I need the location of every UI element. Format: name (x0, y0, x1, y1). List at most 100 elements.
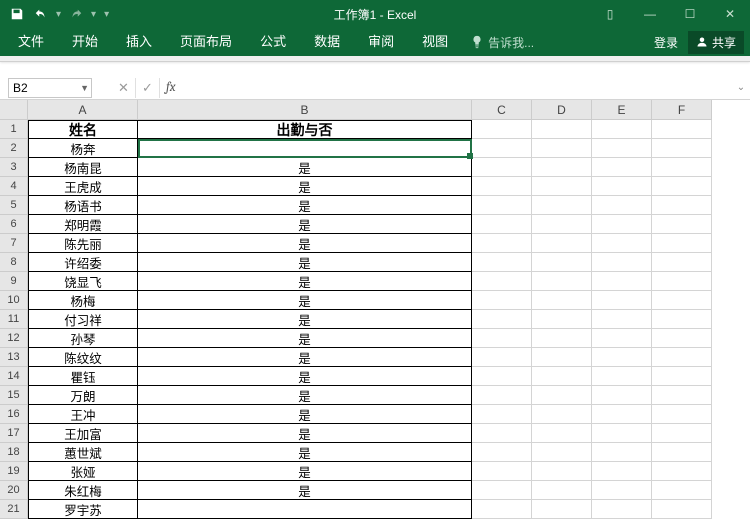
cell[interactable] (592, 177, 652, 196)
row-header[interactable]: 14 (0, 367, 28, 386)
row-header[interactable]: 15 (0, 386, 28, 405)
row-header[interactable]: 21 (0, 500, 28, 519)
cell[interactable] (652, 120, 712, 139)
cell[interactable]: 杨梅 (28, 291, 138, 310)
cell[interactable] (532, 253, 592, 272)
cell[interactable] (592, 253, 652, 272)
cell[interactable] (652, 139, 712, 158)
cell[interactable] (532, 120, 592, 139)
cell[interactable] (652, 196, 712, 215)
tab-file[interactable]: 文件 (4, 28, 58, 56)
cell[interactable] (532, 424, 592, 443)
cell[interactable] (652, 500, 712, 519)
ribbon-options-button[interactable]: ▯ (590, 0, 630, 28)
cell[interactable]: 是 (138, 253, 472, 272)
cell[interactable]: 朱红梅 (28, 481, 138, 500)
cell[interactable] (532, 177, 592, 196)
row-header[interactable]: 2 (0, 139, 28, 158)
cell[interactable] (652, 310, 712, 329)
cell[interactable] (592, 367, 652, 386)
cell[interactable]: 杨语书 (28, 196, 138, 215)
cell[interactable] (472, 424, 532, 443)
select-all-corner[interactable] (0, 100, 28, 120)
cell[interactable]: 是 (138, 329, 472, 348)
cell[interactable] (472, 196, 532, 215)
cell[interactable]: 是 (138, 272, 472, 291)
cell[interactable] (532, 481, 592, 500)
cell[interactable] (652, 405, 712, 424)
cell[interactable] (532, 272, 592, 291)
name-box[interactable]: B2 ▼ (8, 78, 92, 98)
cell[interactable] (472, 158, 532, 177)
cell[interactable] (472, 367, 532, 386)
cell[interactable]: 是 (138, 234, 472, 253)
cell[interactable] (472, 291, 532, 310)
cell[interactable]: 王虎成 (28, 177, 138, 196)
cell[interactable] (592, 215, 652, 234)
cell[interactable] (472, 348, 532, 367)
cell[interactable] (652, 272, 712, 291)
cell[interactable]: 罗宇苏 (28, 500, 138, 519)
cell[interactable] (652, 158, 712, 177)
cell[interactable] (592, 158, 652, 177)
cancel-button[interactable]: ✕ (112, 78, 136, 98)
cell[interactable]: 陈先丽 (28, 234, 138, 253)
cell[interactable] (592, 120, 652, 139)
login-link[interactable]: 登录 (644, 34, 688, 51)
cell[interactable] (652, 386, 712, 405)
cell[interactable] (472, 272, 532, 291)
cell[interactable]: 是 (138, 196, 472, 215)
cell[interactable] (652, 234, 712, 253)
row-header[interactable]: 11 (0, 310, 28, 329)
tab-data[interactable]: 数据 (300, 28, 354, 56)
column-header[interactable]: E (592, 100, 652, 120)
cell[interactable] (592, 386, 652, 405)
cell[interactable]: 陈纹纹 (28, 348, 138, 367)
cell[interactable] (592, 481, 652, 500)
formula-input[interactable] (176, 78, 733, 98)
cell[interactable] (472, 177, 532, 196)
cell[interactable] (472, 462, 532, 481)
cell[interactable] (532, 367, 592, 386)
undo-button[interactable] (30, 3, 52, 25)
row-header[interactable]: 17 (0, 424, 28, 443)
cell[interactable]: 是 (138, 481, 472, 500)
cell[interactable]: 蕙世斌 (28, 443, 138, 462)
cell[interactable] (652, 462, 712, 481)
cell[interactable] (138, 500, 472, 519)
cell[interactable] (592, 500, 652, 519)
cell[interactable]: 杨奔 (28, 139, 138, 158)
cell[interactable] (592, 424, 652, 443)
cell[interactable] (472, 386, 532, 405)
tab-review[interactable]: 审阅 (354, 28, 408, 56)
cell[interactable] (532, 215, 592, 234)
cell[interactable] (472, 405, 532, 424)
cell[interactable]: 万朗 (28, 386, 138, 405)
cell[interactable]: 付习祥 (28, 310, 138, 329)
cell[interactable] (472, 120, 532, 139)
cell[interactable] (652, 253, 712, 272)
cell[interactable] (532, 291, 592, 310)
cell[interactable] (532, 405, 592, 424)
cell[interactable] (592, 291, 652, 310)
cell[interactable]: 杨南昆 (28, 158, 138, 177)
cell[interactable]: 孙琴 (28, 329, 138, 348)
cell[interactable]: 郑明霞 (28, 215, 138, 234)
row-header[interactable]: 8 (0, 253, 28, 272)
redo-button[interactable] (65, 3, 87, 25)
cell[interactable]: 张娅 (28, 462, 138, 481)
maximize-button[interactable]: ☐ (670, 0, 710, 28)
cell[interactable] (532, 500, 592, 519)
column-header[interactable]: C (472, 100, 532, 120)
cell[interactable] (472, 310, 532, 329)
cell[interactable] (472, 329, 532, 348)
row-header[interactable]: 9 (0, 272, 28, 291)
row-header[interactable]: 1 (0, 120, 28, 139)
cell[interactable]: 王冲 (28, 405, 138, 424)
cell[interactable] (532, 443, 592, 462)
cell[interactable]: 是 (138, 177, 472, 196)
column-header[interactable]: D (532, 100, 592, 120)
row-header[interactable]: 6 (0, 215, 28, 234)
cell[interactable] (472, 139, 532, 158)
cell[interactable] (592, 329, 652, 348)
